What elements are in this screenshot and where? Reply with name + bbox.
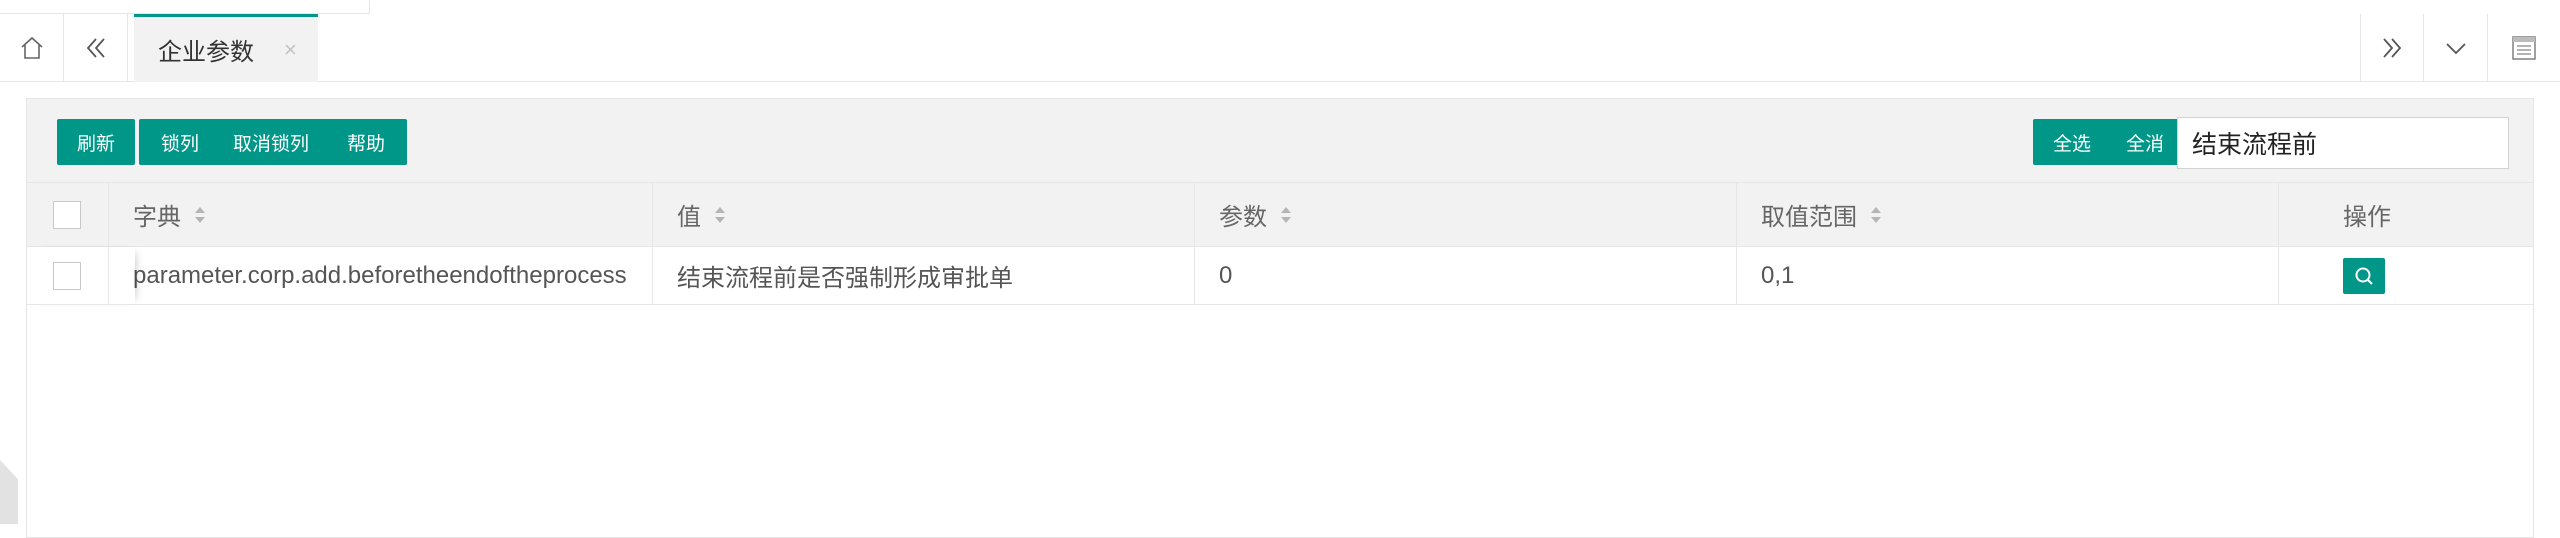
tab-bar: 企业参数 ×	[0, 14, 2560, 82]
row-checkbox[interactable]	[53, 261, 81, 290]
sort-icon[interactable]	[1279, 204, 1293, 226]
cell-param: 0	[1195, 247, 1737, 304]
search-icon	[2355, 267, 2373, 285]
column-label: 操作	[2343, 204, 2391, 231]
cell-dict: parameter.corp.add.beforetheendoftheproc…	[109, 247, 653, 304]
scroll-tabs-left-button[interactable]	[64, 14, 128, 82]
refresh-button[interactable]: 刷新	[57, 119, 135, 165]
column-label: 字典	[133, 204, 181, 231]
sheet-button[interactable]	[2488, 14, 2560, 82]
dict-text: parameter.corp.add.beforetheendoftheproc…	[133, 261, 627, 289]
row-checkbox-cell	[27, 247, 109, 304]
column-header-value[interactable]: 值	[653, 183, 1195, 246]
help-button[interactable]: 帮助	[325, 119, 407, 165]
column-label: 值	[677, 204, 701, 231]
sort-icon[interactable]	[193, 204, 207, 226]
toolbar: 刷新 锁列 取消锁列 帮助 全选 全消	[27, 99, 2533, 183]
unlock-column-button[interactable]: 取消锁列	[209, 119, 333, 165]
column-label: 参数	[1219, 204, 1267, 231]
table-header: 字典 值 参数 取值范围 操作	[27, 183, 2533, 247]
column-header-operation: 操作	[2279, 183, 2535, 246]
parameters-panel: 刷新 锁列 取消锁列 帮助 全选 全消 字典 值 参数	[26, 98, 2534, 538]
select-all-checkbox[interactable]	[53, 200, 81, 229]
sort-icon[interactable]	[713, 204, 727, 226]
double-chevron-right-icon	[2383, 38, 2402, 58]
cell-operation	[2279, 247, 2535, 304]
sheet-icon	[2512, 36, 2536, 60]
cell-value: 结束流程前是否强制形成审批单	[653, 247, 1195, 304]
column-label: 取值范围	[1761, 204, 1857, 231]
header-checkbox-cell	[27, 183, 109, 246]
column-header-range[interactable]: 取值范围	[1737, 183, 2279, 246]
table-row[interactable]: parameter.corp.add.beforetheendoftheproc…	[27, 247, 2533, 305]
cell-range: 0,1	[1737, 247, 2279, 304]
home-button[interactable]	[0, 14, 64, 82]
column-header-param[interactable]: 参数	[1195, 183, 1737, 246]
tab-menu-button[interactable]	[2424, 14, 2488, 82]
double-chevron-left-icon	[86, 38, 105, 58]
close-icon[interactable]: ×	[284, 37, 297, 63]
tab-enterprise-params[interactable]: 企业参数 ×	[134, 14, 318, 82]
sort-icon[interactable]	[1869, 204, 1883, 226]
search-input[interactable]	[2177, 117, 2509, 169]
top-strip	[0, 0, 370, 14]
column-header-dict[interactable]: 字典	[109, 183, 653, 246]
select-all-button[interactable]: 全选	[2033, 119, 2111, 165]
chevron-down-icon	[2445, 43, 2466, 55]
deselect-all-button[interactable]: 全消	[2107, 119, 2183, 165]
tab-label: 企业参数	[158, 39, 254, 66]
home-icon	[20, 36, 43, 59]
scroll-tabs-right-button[interactable]	[2360, 14, 2424, 82]
view-button[interactable]	[2343, 257, 2385, 294]
corner-decoration	[0, 460, 18, 524]
